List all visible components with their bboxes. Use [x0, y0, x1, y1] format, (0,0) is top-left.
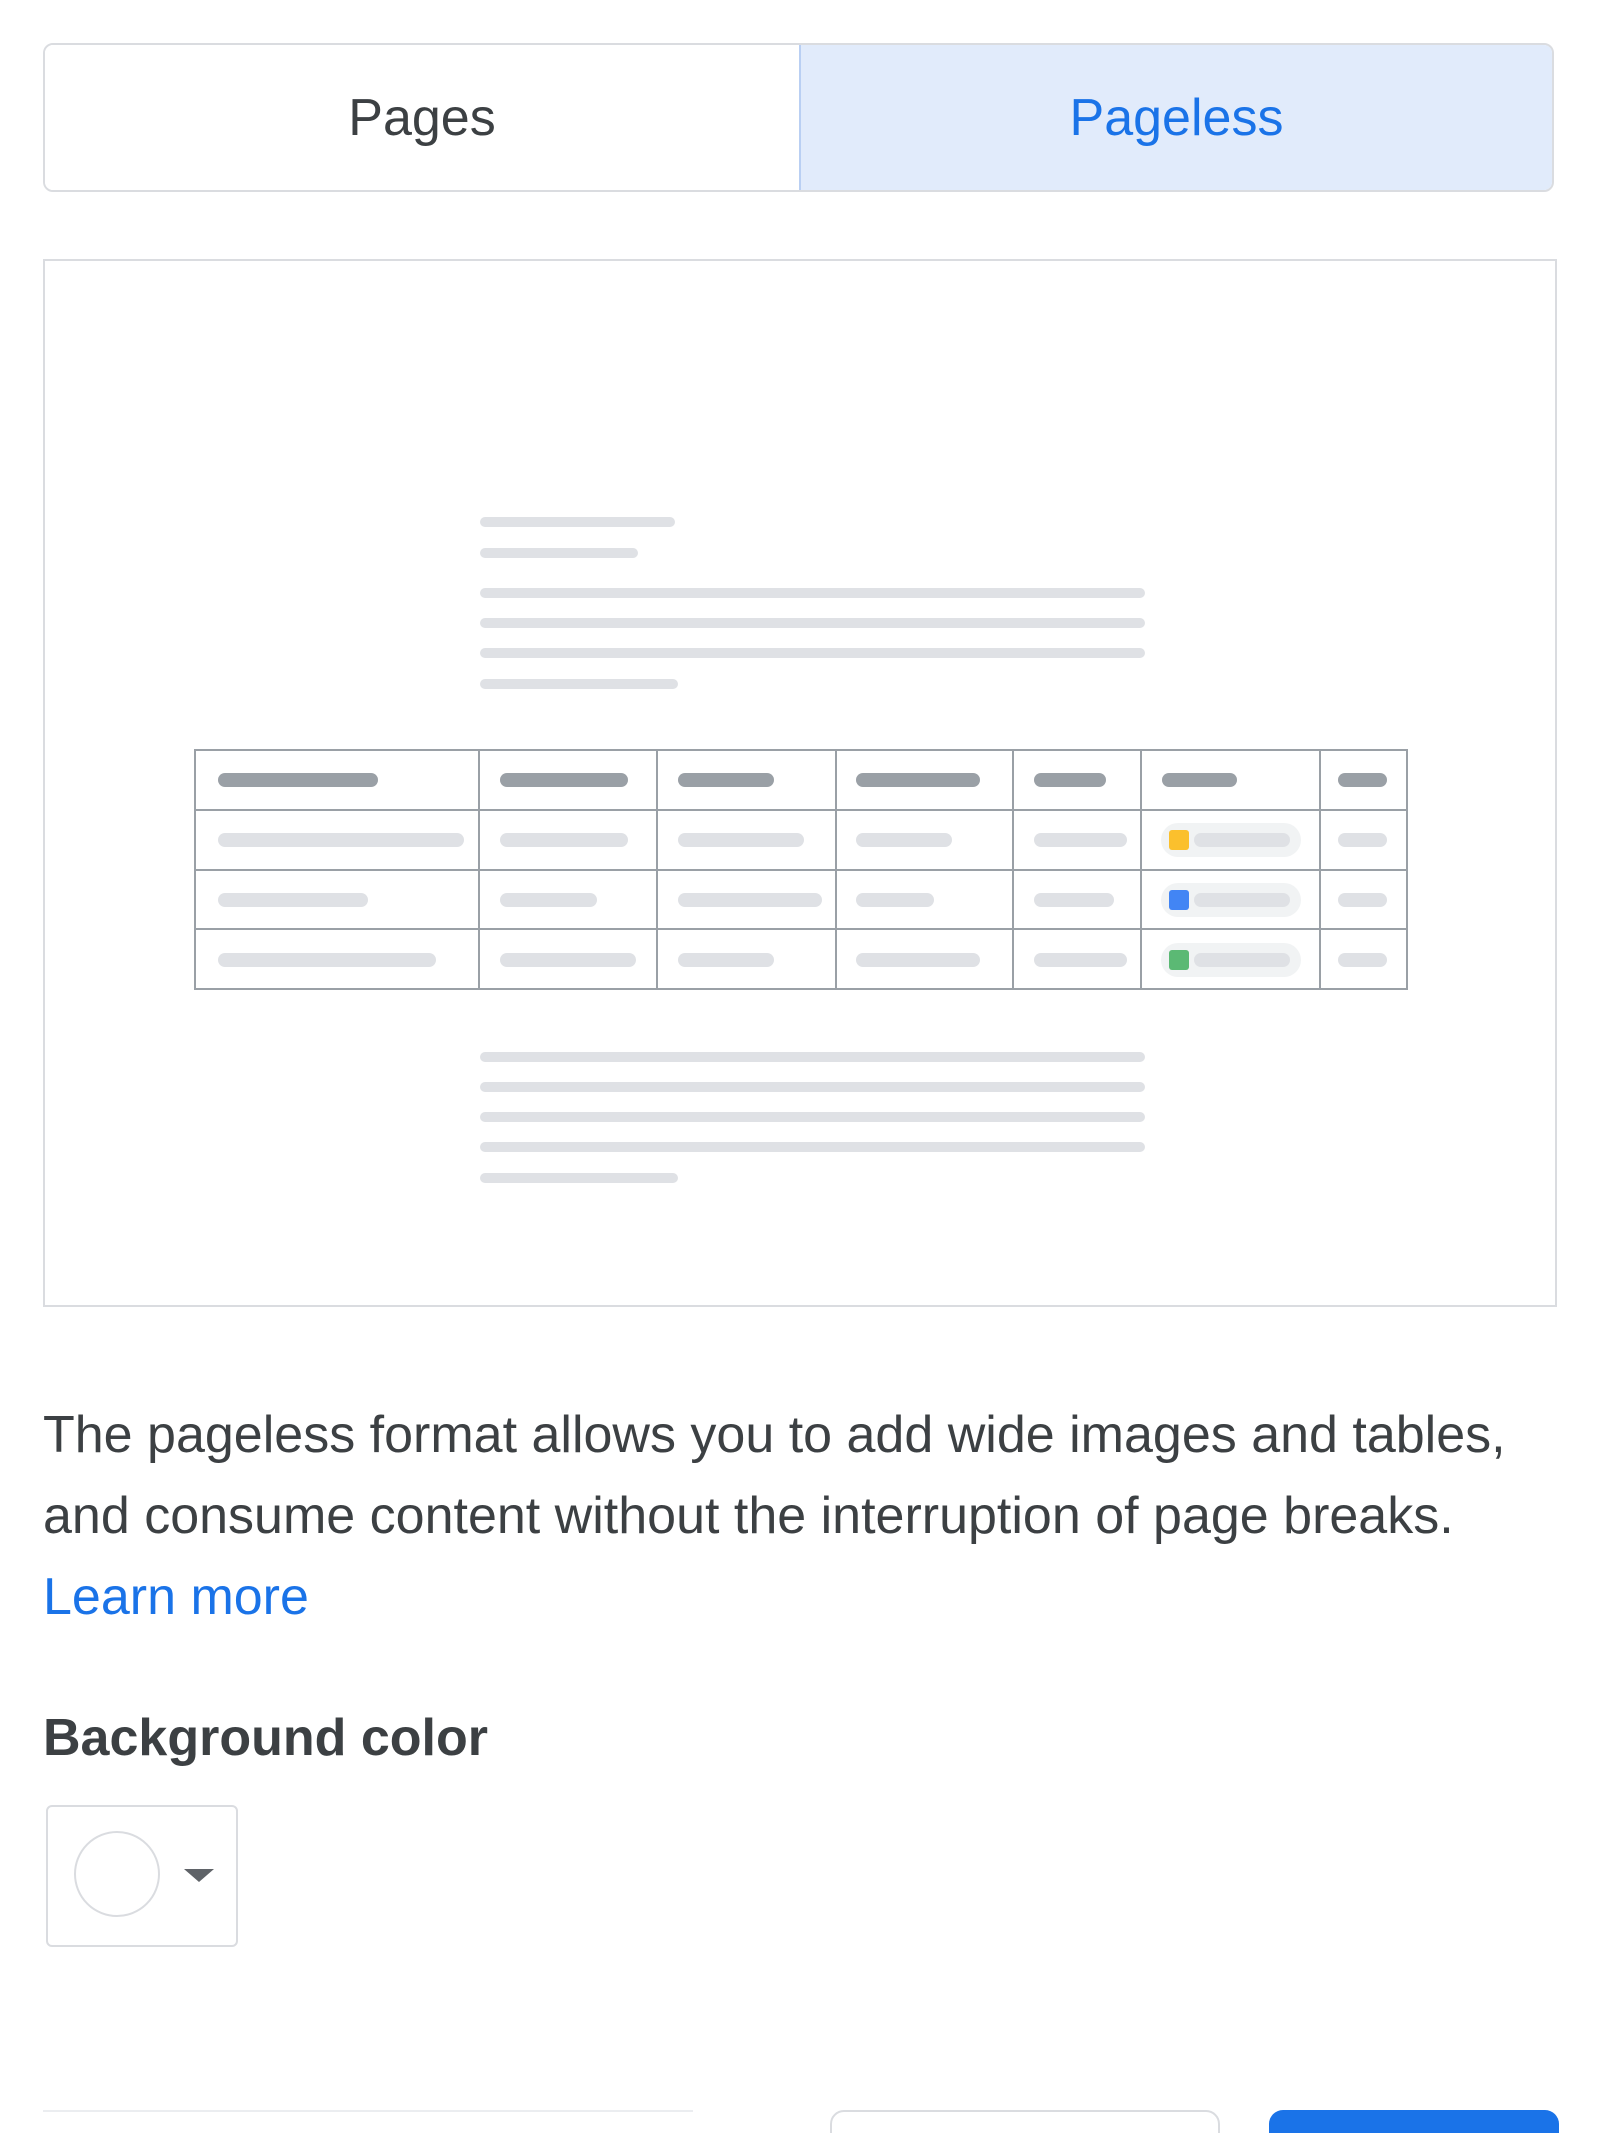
footer-left-control[interactable]: [43, 2110, 693, 2133]
cancel-button[interactable]: [830, 2110, 1220, 2133]
page-setup-panel: Pages Pageless The pageless format allow…: [0, 0, 1600, 2133]
status-chip-1: [1161, 823, 1301, 857]
description-text: The pageless format allows you to add wi…: [43, 1406, 1506, 1545]
color-swatch: [74, 1831, 160, 1917]
pageless-option[interactable]: Pageless: [799, 45, 1552, 190]
pageless-description: The pageless format allows you to add wi…: [43, 1395, 1543, 1638]
preview-graphic: [194, 517, 1408, 1183]
status-chip-2: [1161, 883, 1301, 917]
ok-button[interactable]: [1269, 2110, 1559, 2133]
format-toggle: Pages Pageless: [43, 43, 1554, 192]
status-chip-3: [1161, 943, 1301, 977]
background-color-label: Background color: [43, 1709, 488, 1767]
pageless-preview-illustration: [43, 259, 1557, 1307]
background-color-picker[interactable]: [46, 1805, 238, 1947]
chevron-down-icon: [184, 1869, 214, 1882]
pages-option[interactable]: Pages: [45, 45, 799, 190]
learn-more-link[interactable]: Learn more: [43, 1568, 309, 1626]
